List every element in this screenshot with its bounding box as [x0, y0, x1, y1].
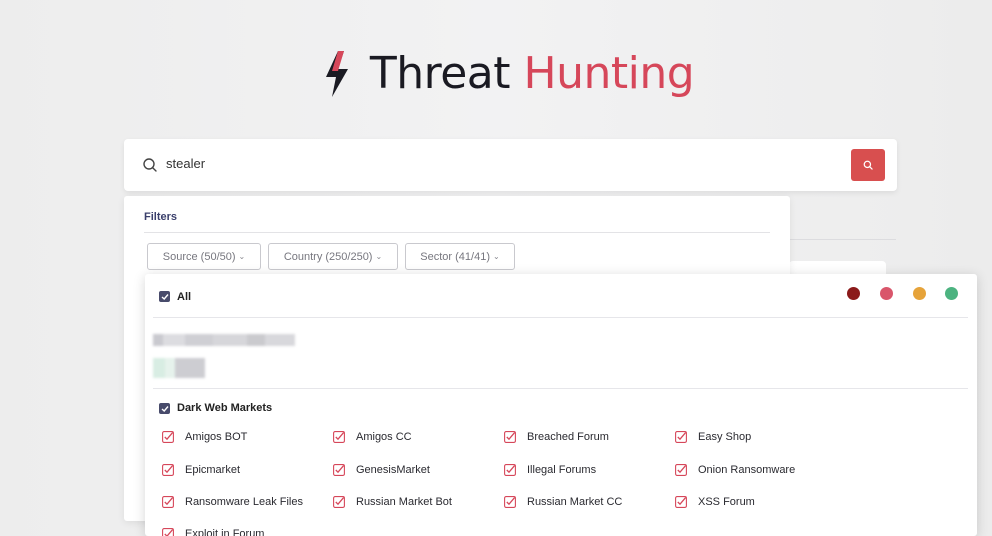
item-label: Russian Market Bot: [356, 496, 452, 508]
all-checkbox[interactable]: [159, 291, 170, 302]
redacted-item: [153, 358, 205, 383]
severity-dot-high[interactable]: [880, 287, 893, 300]
source-list-item[interactable]: XSS Forum: [675, 495, 755, 509]
chip-label: Sector (41/41): [420, 250, 490, 263]
divider: [153, 388, 968, 389]
country-filter-dropdown[interactable]: Country (250/250) ⌄: [268, 243, 398, 270]
item-label: Exploit in Forum: [185, 528, 265, 536]
checked-box-icon: [675, 496, 687, 508]
source-list-item[interactable]: Illegal Forums: [504, 463, 596, 477]
item-label: Onion Ransomware: [698, 464, 796, 476]
item-label: GenesisMarket: [356, 464, 430, 476]
item-label: Amigos BOT: [185, 431, 248, 443]
item-label: Breached Forum: [527, 431, 609, 443]
divider: [153, 317, 968, 318]
item-label: Illegal Forums: [527, 464, 597, 476]
item-label: Epicmarket: [185, 464, 241, 476]
search-input[interactable]: stealer: [166, 156, 205, 171]
severity-dot-low[interactable]: [945, 287, 958, 300]
chevron-down-icon: ⌄: [493, 252, 500, 261]
source-list-item[interactable]: Exploit in Forum: [162, 527, 264, 536]
item-label: XSS Forum: [698, 496, 755, 508]
sector-filter-dropdown[interactable]: Sector (41/41) ⌄: [405, 243, 515, 270]
title-accent: Hunting: [523, 48, 695, 99]
redacted-item: [153, 333, 295, 351]
background-divider: [790, 239, 896, 240]
item-label: Easy Shop: [698, 431, 752, 443]
checked-box-icon: [504, 431, 516, 443]
item-label: Ransomware Leak Files: [185, 496, 303, 508]
search-icon: [143, 158, 157, 172]
severity-dot-critical[interactable]: [847, 287, 860, 300]
page-title: Threat Hunting: [369, 48, 695, 99]
source-list-item[interactable]: Russian Market Bot: [333, 495, 452, 509]
search-icon: [863, 160, 873, 170]
check-icon: [161, 293, 169, 300]
checked-box-icon: [504, 496, 516, 508]
checked-box-icon: [675, 464, 687, 476]
source-list-item[interactable]: Easy Shop: [675, 430, 751, 444]
search-bar: stealer: [124, 139, 897, 191]
checked-box-icon: [504, 464, 516, 476]
lightning-bolt-icon: [325, 50, 348, 97]
checked-box-icon: [162, 431, 174, 443]
filters-title: Filters: [144, 211, 178, 223]
item-label: Amigos CC: [356, 431, 412, 443]
source-filter-dropdown[interactable]: Source (50/50) ⌄: [147, 243, 261, 270]
source-list-item[interactable]: Amigos CC: [333, 430, 412, 444]
chevron-down-icon: ⌄: [375, 252, 383, 261]
checked-box-icon: [675, 431, 687, 443]
group-label: Dark Web Markets: [177, 402, 273, 414]
source-list-item[interactable]: Amigos BOT: [162, 430, 247, 444]
checked-box-icon: [333, 496, 345, 508]
all-label: All: [177, 291, 192, 303]
checked-box-icon: [162, 528, 174, 536]
checked-box-icon: [162, 464, 174, 476]
divider: [144, 232, 770, 233]
chip-label: Source (50/50): [162, 250, 236, 263]
search-button[interactable]: [851, 149, 885, 181]
title-primary: Threat: [369, 48, 511, 99]
source-list-item[interactable]: Onion Ransomware: [675, 463, 795, 477]
chip-label: Country (250/250): [283, 250, 373, 263]
source-list-item[interactable]: Breached Forum: [504, 430, 609, 444]
checked-box-icon: [162, 496, 174, 508]
item-label: Russian Market CC: [527, 496, 623, 508]
check-icon: [161, 405, 169, 412]
brand-header: Threat Hunting: [0, 48, 992, 99]
source-list-item[interactable]: GenesisMarket: [333, 463, 430, 477]
source-list-item[interactable]: Ransomware Leak Files: [162, 495, 303, 509]
source-list-item[interactable]: Russian Market CC: [504, 495, 622, 509]
checked-box-icon: [333, 464, 345, 476]
checked-box-icon: [333, 431, 345, 443]
severity-dot-medium[interactable]: [913, 287, 926, 300]
background-panel: [789, 261, 886, 275]
chevron-down-icon: ⌄: [238, 252, 246, 261]
source-list-item[interactable]: Epicmarket: [162, 463, 240, 477]
source-dropdown-menu: All Dark Web Markets Amigos BOT Amigos CC…: [145, 274, 977, 536]
dark-web-markets-checkbox[interactable]: [159, 403, 170, 414]
